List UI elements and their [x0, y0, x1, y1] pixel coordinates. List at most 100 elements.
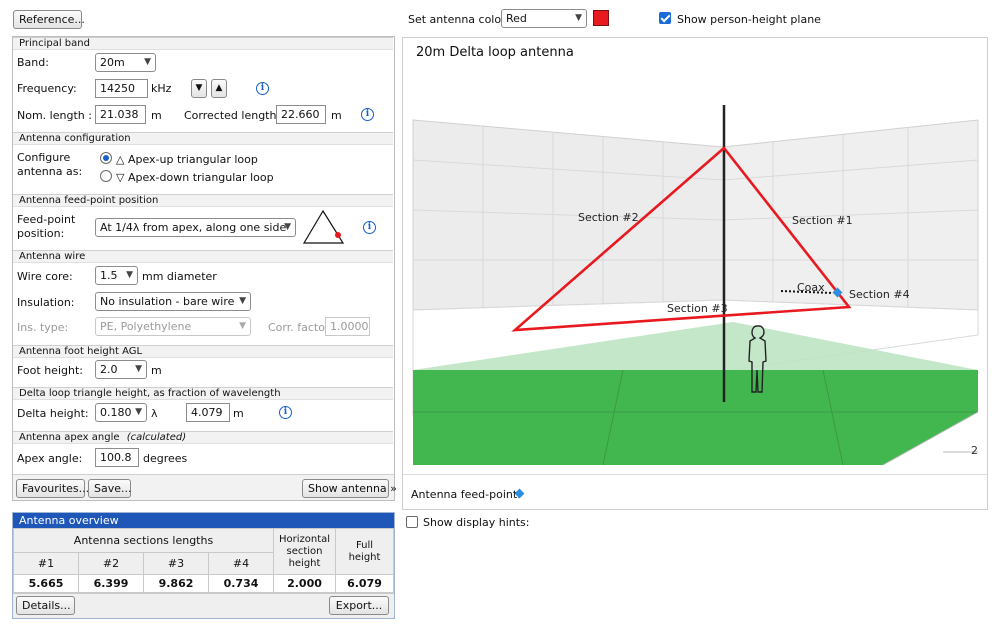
apex-up-label[interactable]: △ Apex-up triangular loop	[116, 153, 258, 166]
antenna-color-select[interactable]: Red ▼	[501, 9, 587, 28]
antenna-color-label: Set antenna color:	[408, 13, 510, 26]
delta-height-heading: Delta loop triangle height, as fraction …	[13, 387, 393, 400]
foot-height-heading: Antenna foot height AGL	[13, 345, 393, 358]
frequency-down-button[interactable]: ▼	[191, 79, 207, 98]
corrected-length-label: Corrected length:	[184, 109, 281, 122]
apex-angle-heading: Antenna apex angle (calculated)	[13, 431, 393, 444]
delta-height-select[interactable]: 0.180 ▼	[95, 403, 147, 422]
delta-height-label: Delta height:	[17, 407, 89, 420]
frequency-input[interactable]: 14250	[95, 79, 148, 98]
section-2-label: Section #2	[578, 211, 639, 224]
ins-type-label: Ins. type:	[17, 321, 69, 334]
full-height-header: Full height	[335, 528, 394, 575]
delta-lambda-label: λ	[151, 407, 158, 420]
feedpoint-heading: Antenna feed-point position	[13, 194, 393, 207]
favourites-button[interactable]: Favourites...	[16, 479, 89, 498]
ground-plane	[413, 370, 978, 465]
save-button[interactable]: Save...	[88, 479, 132, 498]
apex-angle-unit: degrees	[143, 452, 188, 465]
horizontal-height-header: Horizontal section height	[273, 528, 336, 575]
chevron-down-icon: ▼	[239, 321, 246, 331]
horizontal-height-value: 2.000	[273, 574, 336, 593]
nom-length-unit: m	[151, 109, 162, 122]
col-header-3: #3	[143, 552, 209, 575]
corr-factor-label: Corr. factor:	[268, 321, 333, 334]
band-label: Band:	[17, 56, 49, 69]
nom-length-label: Nom. length :	[17, 109, 92, 122]
full-height-value: 6.079	[335, 574, 394, 593]
col-header-4: #4	[208, 552, 274, 575]
band-select[interactable]: 20m ▼	[95, 53, 156, 72]
chevron-down-icon: ▼	[135, 364, 142, 374]
wire-core-select[interactable]: 1.5 ▼	[95, 266, 138, 285]
foot-height-select[interactable]: 2.0 ▼	[95, 360, 147, 379]
apex-angle-label: Apex angle:	[17, 452, 83, 465]
apex-down-label[interactable]: ▽ Apex-down triangular loop	[116, 171, 274, 184]
corrected-length-input[interactable]: 22.660	[276, 105, 326, 124]
details-button[interactable]: Details...	[16, 596, 75, 615]
info-icon[interactable]: i	[363, 221, 376, 234]
corrected-length-unit: m	[331, 109, 342, 122]
view-title: 20m Delta loop antenna	[416, 45, 574, 60]
section-4-length: 0.734	[208, 574, 274, 593]
section-4-label: Section #4	[849, 288, 910, 301]
chevron-down-icon: ▼	[284, 222, 291, 232]
ins-type-select[interactable]: PE, Polyethylene ▼	[95, 317, 251, 336]
person-plane-label[interactable]: Show person-height plane	[677, 13, 821, 26]
arrow-up-icon: ▲	[215, 83, 223, 93]
export-button[interactable]: Export...	[329, 596, 389, 615]
grid-corner-number: 2	[971, 444, 978, 457]
overview-title: Antenna overview	[13, 513, 394, 528]
overview-table: Antenna sections lengths Horizontal secti…	[13, 528, 394, 593]
sections-lengths-header: Antenna sections lengths	[13, 528, 274, 553]
frequency-unit: kHz	[151, 82, 172, 95]
principal-band-heading: Principal band	[13, 37, 393, 50]
wire-core-label: Wire core:	[17, 270, 73, 283]
person-plane-checkbox[interactable]	[659, 12, 671, 24]
feedpoint-legend-label: Antenna feed-point:	[411, 488, 521, 501]
section-2-length: 6.399	[78, 574, 144, 593]
section-1-length: 5.665	[13, 574, 79, 593]
info-icon[interactable]: i	[256, 82, 269, 95]
frequency-up-button[interactable]: ▲	[211, 79, 227, 98]
feedpoint-triangle-icon	[302, 209, 345, 244]
nom-length-input[interactable]: 21.038	[95, 105, 146, 124]
apex-up-radio[interactable]	[100, 152, 112, 164]
chevron-down-icon: ▼	[575, 13, 582, 23]
antenna-3d-scene: Section #2 Section #1 Section #3 Section…	[412, 105, 979, 466]
configure-label: Configure	[17, 151, 71, 164]
apex-angle-input[interactable]: 100.8	[95, 448, 139, 467]
antenna-color-swatch[interactable]	[593, 10, 609, 26]
section-3-length: 9.862	[143, 574, 209, 593]
foot-height-label: Foot height:	[17, 364, 83, 377]
apex-down-radio[interactable]	[100, 170, 112, 182]
col-header-2: #2	[78, 552, 144, 575]
feedpoint-select[interactable]: At 1/4λ from apex, along one side ▼	[95, 218, 296, 237]
chevron-down-icon: ▼	[126, 270, 133, 280]
chevron-down-icon: ▼	[239, 296, 246, 306]
chevron-down-icon: ▼	[144, 57, 151, 67]
configure-label-2: antenna as:	[17, 165, 83, 178]
coax-label: Coax	[797, 281, 825, 294]
frequency-label: Frequency:	[17, 82, 77, 95]
display-hints-checkbox[interactable]	[406, 516, 418, 528]
col-header-1: #1	[13, 552, 79, 575]
section-3-label: Section #3	[667, 302, 728, 315]
reference-button[interactable]: Reference...	[13, 10, 85, 29]
info-icon[interactable]: i	[279, 406, 292, 419]
show-antenna-button[interactable]: Show antenna »	[302, 479, 397, 498]
chevron-down-icon: ▼	[135, 407, 142, 417]
wire-heading: Antenna wire	[13, 250, 393, 263]
display-hints-label[interactable]: Show display hints:	[423, 516, 529, 529]
corr-factor-input[interactable]: 1.0000	[325, 317, 370, 336]
delta-height-meters-input[interactable]: 4.079	[186, 403, 230, 422]
view-divider	[403, 474, 987, 475]
configuration-heading: Antenna configuration	[13, 132, 393, 145]
insulation-select[interactable]: No insulation - bare wire ▼	[95, 292, 251, 311]
feedpoint-label: Feed-point	[17, 213, 76, 226]
info-icon[interactable]: i	[361, 108, 374, 121]
feedpoint-label-2: position:	[17, 227, 65, 240]
foot-height-unit: m	[151, 364, 162, 377]
section-1-label: Section #1	[792, 214, 853, 227]
wire-core-unit: mm diameter	[142, 270, 217, 283]
